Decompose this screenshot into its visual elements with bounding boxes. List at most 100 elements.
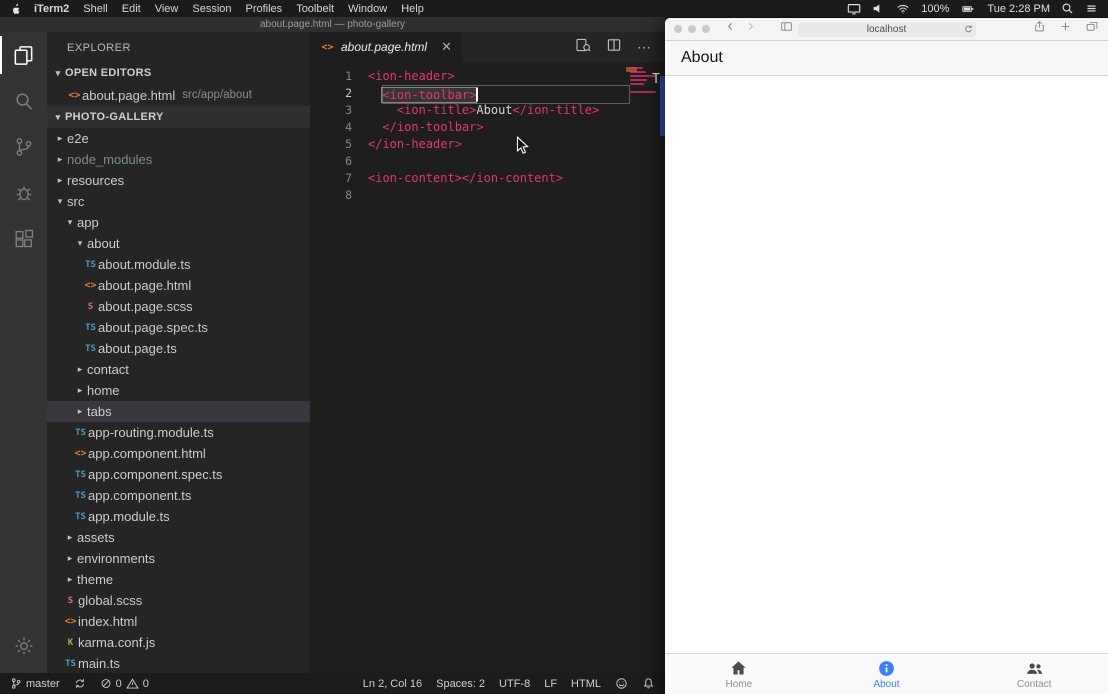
battery-icon[interactable] — [960, 3, 976, 15]
activity-search-icon[interactable] — [0, 78, 47, 124]
menu-shell[interactable]: Shell — [83, 3, 107, 15]
file-row-about.page.spec.ts[interactable]: TSabout.page.spec.ts — [47, 317, 310, 338]
split-editor-icon[interactable] — [606, 37, 622, 58]
cursor-position-status[interactable]: Ln 2, Col 16 — [363, 678, 422, 690]
open-editor-item[interactable]: <> about.page.html src/app/about — [47, 84, 310, 106]
folder-row-e2e[interactable]: ▸e2e — [47, 128, 310, 149]
chevron-right-icon: ▸ — [73, 385, 87, 396]
file-row-app.component.ts[interactable]: TSapp.component.ts — [47, 485, 310, 506]
display-status-icon[interactable] — [847, 2, 861, 16]
close-window-button[interactable] — [674, 25, 682, 33]
indentation-status[interactable]: Spaces: 2 — [436, 678, 485, 690]
volume-status-icon[interactable] — [872, 2, 885, 15]
file-row-index.html[interactable]: <>index.html — [47, 611, 310, 632]
code-line[interactable]: 5</ion-header> — [310, 136, 665, 153]
chevron-down-icon: ▾ — [63, 217, 77, 228]
tab-home[interactable]: Home — [665, 654, 813, 694]
tab-contact[interactable]: Contact — [960, 654, 1108, 694]
folder-row-contact[interactable]: ▸contact — [47, 359, 310, 380]
share-icon[interactable] — [1033, 19, 1046, 39]
tab-overview-icon[interactable] — [1085, 20, 1099, 38]
tab-about[interactable]: About — [813, 654, 961, 694]
file-row-main.ts[interactable]: TSmain.ts — [47, 653, 310, 673]
menu-view[interactable]: View — [155, 3, 179, 15]
notification-center-icon[interactable] — [1085, 2, 1098, 15]
code-editor[interactable]: 1<ion-header>2 <ion-toolbar>3 <ion-title… — [310, 62, 665, 673]
file-row-about.page.ts[interactable]: TSabout.page.ts — [47, 338, 310, 359]
file-row-about.page.scss[interactable]: Sabout.page.scss — [47, 296, 310, 317]
tree-item-label: karma.conf.js — [78, 635, 155, 650]
code-line[interactable]: 1<ion-header> — [310, 68, 665, 85]
menu-help[interactable]: Help — [401, 3, 424, 15]
settings-gear-icon[interactable] — [0, 623, 47, 669]
folder-row-theme[interactable]: ▸theme — [47, 569, 310, 590]
minimize-window-button[interactable] — [688, 25, 696, 33]
activity-explorer-icon[interactable] — [0, 32, 47, 78]
folder-row-src[interactable]: ▾src — [47, 191, 310, 212]
file-row-app.module.ts[interactable]: TSapp.module.ts — [47, 506, 310, 527]
folder-row-about[interactable]: ▾about — [47, 233, 310, 254]
menu-edit[interactable]: Edit — [122, 3, 141, 15]
reload-icon[interactable] — [963, 24, 973, 37]
code-line[interactable]: 4 </ion-toolbar> — [310, 119, 665, 136]
zoom-window-button[interactable] — [702, 25, 710, 33]
tree-item-label: about.page.spec.ts — [98, 320, 208, 335]
language-mode-status[interactable]: HTML — [571, 678, 601, 690]
file-row-app.component.html[interactable]: <>app.component.html — [47, 443, 310, 464]
sync-button[interactable] — [74, 677, 86, 690]
problems-status[interactable]: 0 0 — [100, 677, 149, 690]
feedback-smiley-icon[interactable] — [615, 677, 628, 690]
folder-row-resources[interactable]: ▸resources — [47, 170, 310, 191]
address-bar[interactable]: localhost — [798, 22, 976, 37]
editor-tab[interactable]: <> about.page.html ✕ — [310, 32, 462, 62]
code-line[interactable]: 8 — [310, 187, 665, 204]
folder-row-node_modules[interactable]: ▸node_modules — [47, 149, 310, 170]
line-number: 1 — [310, 68, 368, 85]
folder-row-assets[interactable]: ▸assets — [47, 527, 310, 548]
more-actions-icon[interactable]: ⋯ — [637, 42, 652, 52]
folder-row-app[interactable]: ▾app — [47, 212, 310, 233]
folder-row-home[interactable]: ▸home — [47, 380, 310, 401]
menu-toolbelt[interactable]: Toolbelt — [296, 3, 334, 15]
tree-item-label: global.scss — [78, 593, 142, 608]
project-header[interactable]: ▾ PHOTO-GALLERY — [47, 106, 310, 128]
file-row-global.scss[interactable]: Sglobal.scss — [47, 590, 310, 611]
menu-profiles[interactable]: Profiles — [246, 3, 283, 15]
open-preview-icon[interactable] — [575, 37, 591, 58]
occurrence-highlight: <ion-toolbar> — [382, 88, 476, 102]
file-row-app.component.spec.ts[interactable]: TSapp.component.spec.ts — [47, 464, 310, 485]
activity-source-control-icon[interactable] — [0, 124, 47, 170]
apple-menu-icon[interactable] — [10, 2, 22, 16]
code-line[interactable]: 6 — [310, 153, 665, 170]
menu-iterm2[interactable]: iTerm2 — [34, 3, 69, 15]
sidebar-toggle-icon[interactable] — [779, 20, 794, 38]
menu-window[interactable]: Window — [348, 3, 387, 15]
folder-row-environments[interactable]: ▸environments — [47, 548, 310, 569]
close-tab-icon[interactable]: ✕ — [441, 39, 452, 55]
file-row-about.page.html[interactable]: <>about.page.html — [47, 275, 310, 296]
activity-debug-icon[interactable] — [0, 170, 47, 216]
file-row-app-routing.module.ts[interactable]: TSapp-routing.module.ts — [47, 422, 310, 443]
code-line[interactable]: 7<ion-content></ion-content> — [310, 170, 665, 187]
file-row-about.module.ts[interactable]: TSabout.module.ts — [47, 254, 310, 275]
file-row-karma.conf.js[interactable]: Kkarma.conf.js — [47, 632, 310, 653]
encoding-status[interactable]: UTF-8 — [499, 678, 530, 690]
back-button[interactable] — [725, 20, 736, 38]
spotlight-icon[interactable] — [1061, 2, 1074, 15]
menu-bar-clock[interactable]: Tue 2:28 PM — [987, 3, 1050, 15]
notifications-bell-icon[interactable] — [642, 677, 655, 690]
eol-status[interactable]: LF — [544, 678, 557, 690]
explorer-sidebar: EXPLORER ▾ OPEN EDITORS <> about.page.ht… — [47, 32, 310, 673]
folder-row-tabs[interactable]: ▸tabs — [47, 401, 310, 422]
code-line[interactable]: 2 <ion-toolbar> — [310, 85, 665, 102]
new-tab-icon[interactable] — [1059, 20, 1072, 38]
code-line[interactable]: 3 <ion-title>About</ion-title> — [310, 102, 665, 119]
git-branch-status[interactable]: master — [10, 677, 60, 690]
open-editors-header[interactable]: ▾ OPEN EDITORS — [47, 62, 310, 84]
wifi-status-icon[interactable] — [896, 2, 910, 15]
activity-extensions-icon[interactable] — [0, 216, 47, 262]
menu-session[interactable]: Session — [192, 3, 231, 15]
forward-button[interactable] — [745, 20, 756, 38]
code-line-text: <ion-title>About</ion-title> — [368, 102, 599, 119]
battery-percent: 100% — [921, 3, 949, 15]
